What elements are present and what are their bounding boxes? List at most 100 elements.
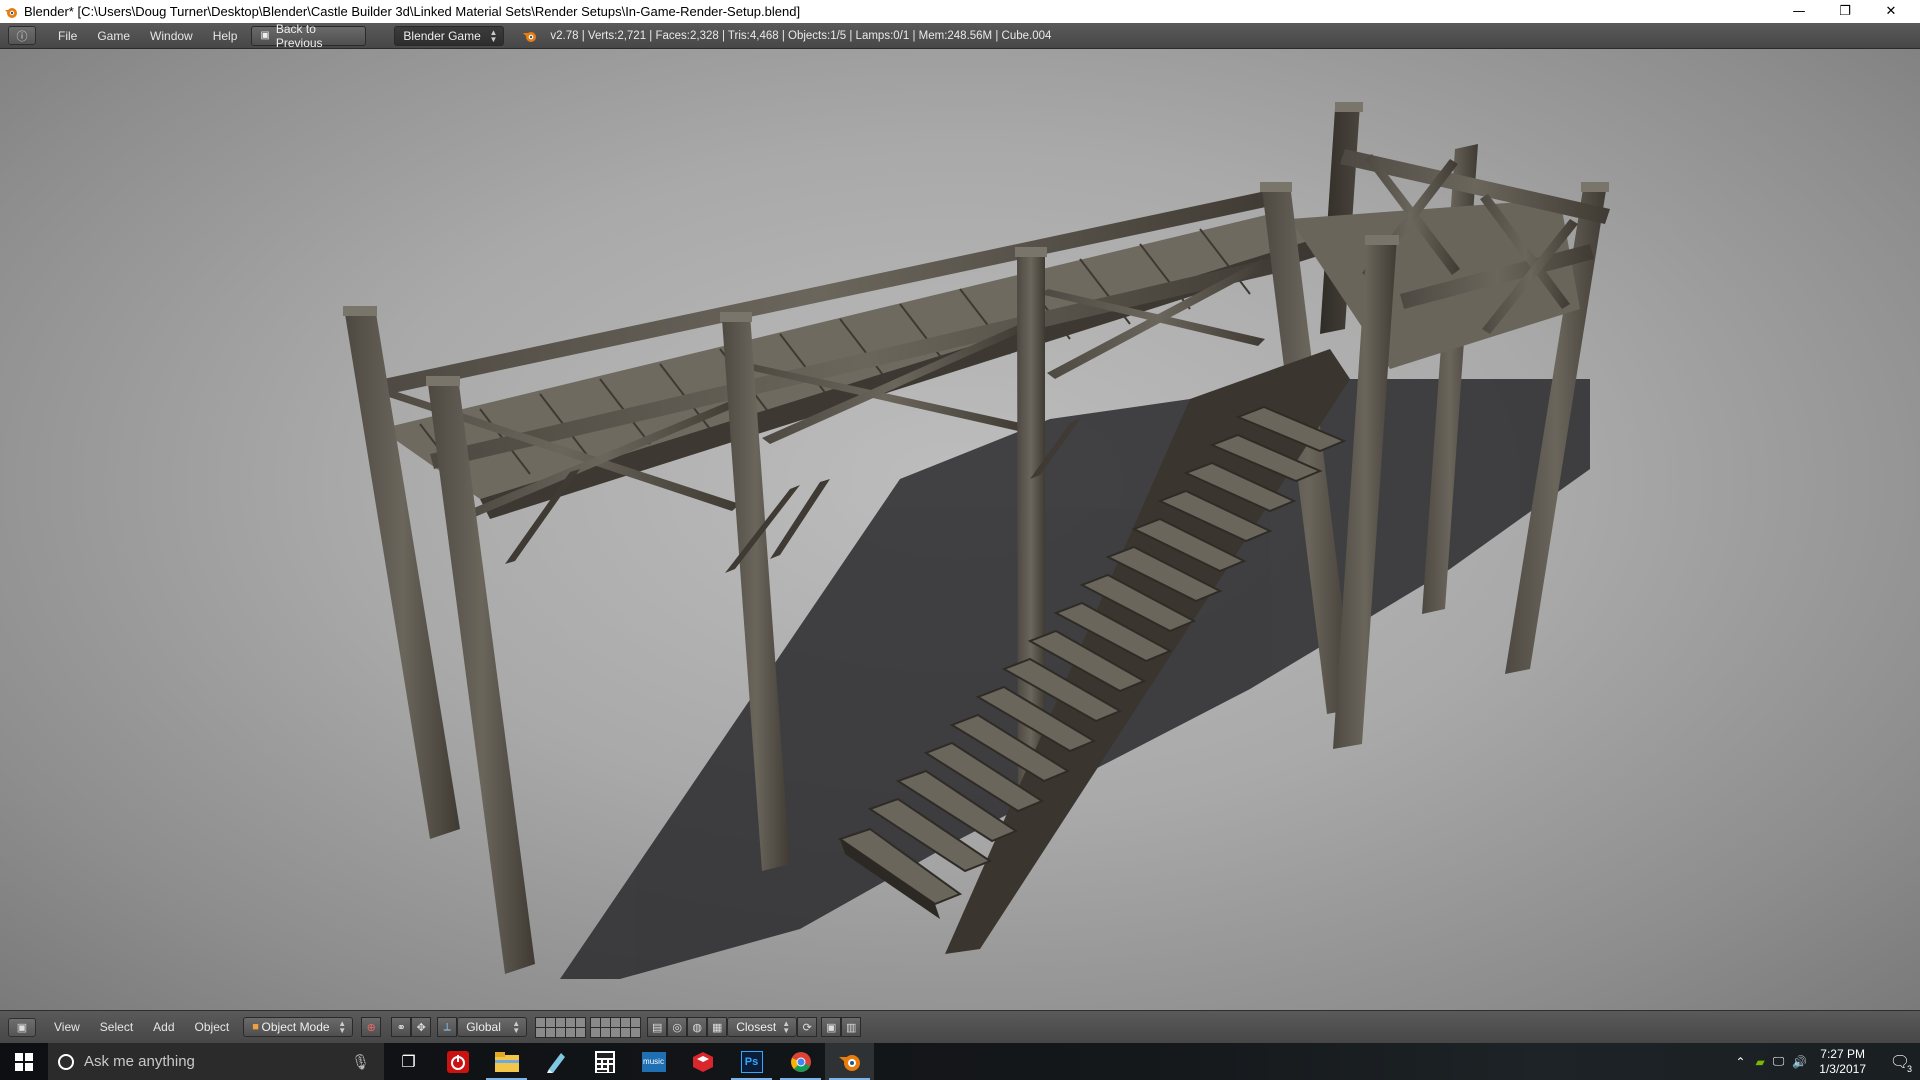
clapper-icon: ▥ [846, 1021, 857, 1034]
power-icon [446, 1050, 469, 1073]
cortana-search-box[interactable]: Ask me anything 🎙 [48, 1043, 384, 1080]
menu-view[interactable]: View [44, 1020, 90, 1034]
snap-element-icon: ▦ [712, 1021, 723, 1034]
lock-icon: ▤ [652, 1021, 663, 1034]
snap-target-dropdown[interactable]: Closest ▲ ▼ [727, 1017, 798, 1037]
menu-help[interactable]: Help [203, 23, 248, 49]
notification-count: 3 [1906, 1064, 1912, 1074]
camera-icon: ▣ [826, 1021, 837, 1034]
shading-dropdown[interactable]: ⊕ [361, 1017, 382, 1037]
manipulator-toggle[interactable]: ✥ [411, 1017, 432, 1037]
taskbar-clock[interactable]: 7:27 PM 1/3/2017 [1819, 1047, 1866, 1077]
screen-icon: ▣ [260, 30, 270, 41]
chrome-icon [790, 1051, 811, 1072]
snap-toggle[interactable]: ◍ [687, 1017, 708, 1037]
nvidia-icon[interactable]: ▰ [1752, 1055, 1769, 1069]
photoshop-button[interactable]: Ps [727, 1043, 776, 1080]
network-icon[interactable]: 🖵 [1769, 1054, 1789, 1069]
3d-viewport[interactable] [0, 49, 1920, 1010]
microphone-icon[interactable]: 🎙 [351, 1053, 370, 1071]
clock-time: 7:27 PM [1820, 1046, 1865, 1061]
music-icon-label: music [643, 1057, 664, 1066]
manipulator-icon: ✥ [416, 1021, 426, 1034]
proportional-icon: ◎ [672, 1021, 682, 1034]
start-button[interactable] [0, 1043, 48, 1080]
cortana-icon [58, 1053, 74, 1070]
sketchup-button[interactable] [678, 1043, 727, 1080]
back-to-previous-button[interactable]: ▣ Back to Previous [251, 22, 367, 50]
close-button[interactable]: ✕ [1868, 0, 1914, 23]
calculator-icon [594, 1050, 615, 1073]
mode-dropdown[interactable]: ■ Object Mode ▲ ▼ [243, 1017, 354, 1037]
layer-grid-left[interactable] [535, 1016, 587, 1038]
chrome-button[interactable] [776, 1043, 825, 1080]
menu-select[interactable]: Select [90, 1020, 143, 1034]
music-app-button[interactable]: music [629, 1043, 678, 1080]
editor-type-selector[interactable]: ⓘ [8, 26, 36, 45]
3d-view-header: ▣ View Select Add Object ■ Object Mode ▲… [0, 1010, 1920, 1043]
layer-grid-right[interactable] [590, 1016, 642, 1038]
notes-icon [546, 1052, 565, 1073]
window-title-bar: Blender* [C:\Users\Doug Turner\Desktop\B… [0, 0, 1920, 23]
align-rotation-toggle[interactable]: ⟳ [797, 1017, 818, 1037]
magnet-icon: ◍ [692, 1021, 702, 1034]
restore-icon: ❐ [1839, 4, 1851, 19]
cube-icon: ■ [252, 1021, 259, 1033]
menu-game[interactable]: Game [87, 23, 140, 49]
snap-target-label: Closest [736, 1020, 777, 1034]
layer-selector[interactable] [535, 1016, 642, 1038]
view3d-icon: ▣ [16, 1021, 28, 1034]
pivot-dropdown[interactable]: ⚭ [391, 1017, 412, 1037]
folder-icon [494, 1051, 519, 1072]
info-header: ⓘ File Game Window Help ▣ Back to Previo… [0, 22, 1920, 50]
pivot-icon: ⚭ [396, 1021, 406, 1034]
clock-date: 1/3/2017 [1819, 1061, 1866, 1076]
proportional-edit-toggle[interactable]: ◎ [667, 1017, 688, 1037]
photoshop-icon-label: Ps [744, 1055, 759, 1068]
orientation-label: Global [466, 1020, 501, 1034]
transform-orientation-icon-button[interactable]: ⟂ [437, 1017, 458, 1037]
windows-taskbar: Ask me anything 🎙 ❐ music Ps ⌃ ▰ 🖵 🔊 7:2… [0, 1043, 1920, 1080]
task-view-button[interactable]: ❐ [384, 1043, 433, 1080]
menu-add[interactable]: Add [143, 1020, 184, 1034]
volume-icon[interactable]: 🔊 [1788, 1055, 1811, 1069]
menu-file[interactable]: File [48, 23, 87, 49]
updown-arrows-icon: ▲ ▼ [338, 1019, 347, 1035]
blender-logo-icon [5, 7, 17, 18]
sketchup-icon [692, 1051, 713, 1072]
orientation-dropdown[interactable]: Global ▲ ▼ [457, 1017, 528, 1037]
render-engine-dropdown[interactable]: Blender Game ▲ ▼ [394, 25, 505, 46]
notes-app-button[interactable] [531, 1043, 580, 1080]
power-app-button[interactable] [433, 1043, 482, 1080]
render-image-button[interactable]: ▣ [821, 1017, 842, 1037]
render-animation-button[interactable]: ▥ [841, 1017, 862, 1037]
lock-camera-toggle[interactable]: ▤ [647, 1017, 668, 1037]
align-icon: ⟳ [802, 1021, 812, 1034]
file-explorer-button[interactable] [482, 1043, 531, 1080]
minimize-icon: — [1792, 4, 1806, 19]
chevron-up-icon[interactable]: ⌃ [1729, 1055, 1751, 1069]
close-icon: ✕ [1885, 4, 1897, 19]
maximize-button[interactable]: ❐ [1822, 0, 1868, 23]
search-placeholder: Ask me anything [84, 1053, 195, 1070]
minimize-button[interactable]: — [1776, 0, 1822, 23]
calculator-button[interactable] [580, 1043, 629, 1080]
updown-arrows-icon: ▲ ▼ [782, 1019, 791, 1035]
walkway-model [343, 102, 1610, 979]
orientation-icon: ⟂ [443, 1020, 451, 1033]
info-icon: ⓘ [16, 30, 28, 43]
menu-object[interactable]: Object [185, 1020, 240, 1034]
snap-element-dropdown[interactable]: ▦ [707, 1017, 728, 1037]
action-center-button[interactable]: 🗨 3 [1880, 1043, 1920, 1080]
menu-window[interactable]: Window [140, 23, 203, 49]
shading-icon: ⊕ [366, 1021, 376, 1034]
blender-taskbar-button[interactable] [825, 1043, 874, 1080]
blender-logo-icon [523, 31, 537, 42]
system-tray: ⌃ ▰ 🖵 🔊 7:27 PM 1/3/2017 🗨 3 [1729, 1043, 1920, 1080]
photoshop-icon: Ps [740, 1050, 763, 1073]
updown-arrows-icon: ▲ ▼ [489, 27, 498, 44]
editor-type-selector[interactable]: ▣ [8, 1017, 36, 1037]
mode-label: Object Mode [261, 1020, 330, 1034]
blender-logo-icon [838, 1054, 860, 1071]
music-icon: music [641, 1051, 666, 1072]
